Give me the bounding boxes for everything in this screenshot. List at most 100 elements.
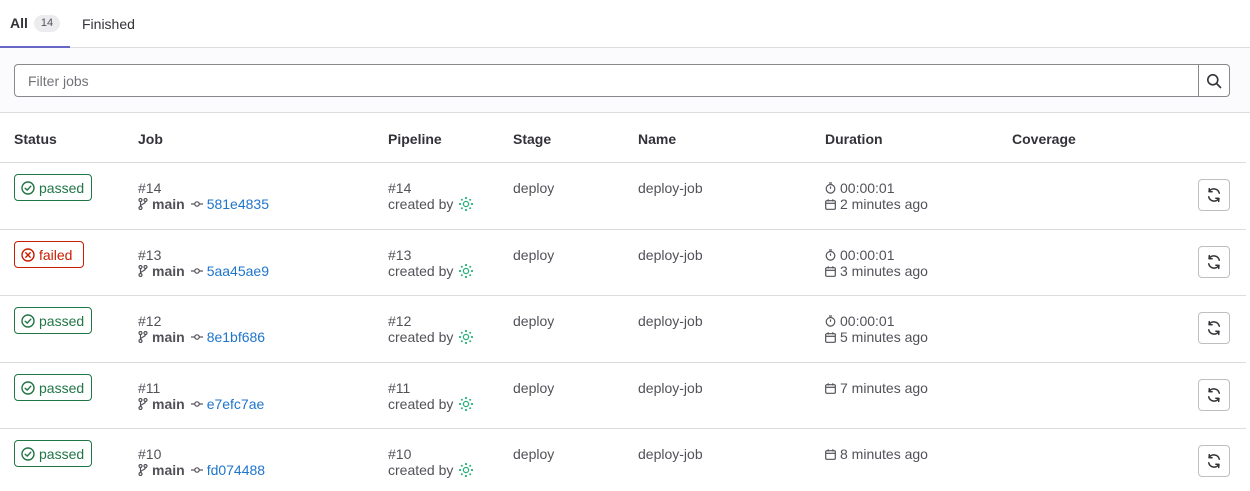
calendar-icon xyxy=(825,382,840,394)
search-icon xyxy=(1207,73,1222,88)
pipeline-created-by: created by xyxy=(388,462,474,478)
calendar-icon xyxy=(825,198,840,210)
avatar[interactable] xyxy=(458,329,474,345)
job-tabs: All 14 Finished xyxy=(0,0,1250,48)
tab-all[interactable]: All 14 xyxy=(0,0,70,48)
finished-time-value: 8 minutes ago xyxy=(840,446,928,462)
status-badge-passed[interactable]: passed xyxy=(14,440,92,467)
job-id-link[interactable]: #14 xyxy=(138,180,161,196)
tab-finished[interactable]: Finished xyxy=(82,0,135,48)
finished-time-value: 7 minutes ago xyxy=(840,380,928,396)
status-label: failed xyxy=(39,246,73,263)
stage-value: deploy xyxy=(513,446,555,462)
avatar[interactable] xyxy=(458,462,474,478)
avatar[interactable] xyxy=(458,396,474,412)
job-id-link[interactable]: #12 xyxy=(138,313,161,329)
commit-sha-link[interactable]: fd074488 xyxy=(207,462,265,478)
commit-icon xyxy=(190,466,203,474)
branch-link[interactable]: main xyxy=(152,329,185,345)
job-id-link[interactable]: #11 xyxy=(138,380,160,396)
status-label: passed xyxy=(39,445,85,462)
job-ref: main 581e4835 xyxy=(138,196,269,212)
pipeline-id-link[interactable]: #14 xyxy=(388,180,411,196)
finished-time-value: 3 minutes ago xyxy=(840,263,928,279)
commit-sha-link[interactable]: e7efc7ae xyxy=(207,396,265,412)
retry-button[interactable] xyxy=(1198,179,1230,211)
pipeline-created-by: created by xyxy=(388,263,474,279)
duration: 00:00:01 xyxy=(825,247,895,263)
finished-time: 5 minutes ago xyxy=(825,329,928,345)
retry-button[interactable] xyxy=(1198,379,1230,411)
commit-icon xyxy=(190,333,203,341)
status-failed-icon xyxy=(21,247,39,262)
duration-value: 00:00:01 xyxy=(840,180,895,196)
stage-value: deploy xyxy=(513,313,555,329)
calendar-icon xyxy=(825,265,840,277)
filter-jobs-input[interactable] xyxy=(14,64,1199,97)
status-badge-passed[interactable]: passed xyxy=(14,307,92,334)
created-by-label: created by xyxy=(388,396,454,412)
calendar-icon xyxy=(825,331,840,343)
retry-button[interactable] xyxy=(1198,312,1230,344)
retry-icon xyxy=(1205,253,1223,271)
pipeline-id-link[interactable]: #12 xyxy=(388,313,411,329)
column-header-pipeline: Pipeline xyxy=(388,131,442,147)
search-button[interactable] xyxy=(1198,64,1230,97)
status-success-icon xyxy=(21,446,39,461)
branch-link[interactable]: main xyxy=(152,196,185,212)
column-header-job: Job xyxy=(138,131,163,147)
job-row: failed #13 main 5aa45ae9 #13 created by … xyxy=(0,230,1246,296)
created-by-label: created by xyxy=(388,329,454,345)
commit-icon xyxy=(190,200,203,208)
status-badge-passed[interactable]: passed xyxy=(14,174,92,201)
job-row: passed #12 main 8e1bf686 #12 created by … xyxy=(0,296,1246,363)
pipeline-created-by: created by xyxy=(388,396,474,412)
avatar[interactable] xyxy=(458,263,474,279)
job-row: passed #14 main 581e4835 #14 created by … xyxy=(0,163,1246,230)
job-name-value: deploy-job xyxy=(638,313,703,329)
branch-icon xyxy=(138,265,148,277)
commit-sha-link[interactable]: 5aa45ae9 xyxy=(207,263,269,279)
created-by-label: created by xyxy=(388,263,454,279)
status-badge-passed[interactable]: passed xyxy=(14,374,92,401)
finished-time: 3 minutes ago xyxy=(825,263,928,279)
branch-link[interactable]: main xyxy=(152,462,185,478)
duration-value: 00:00:01 xyxy=(840,247,895,263)
duration: 00:00:01 xyxy=(825,313,895,329)
filter-bar xyxy=(0,48,1250,113)
retry-icon xyxy=(1205,319,1223,337)
job-name-value: deploy-job xyxy=(638,446,703,462)
job-name-value: deploy-job xyxy=(638,380,703,396)
retry-icon xyxy=(1205,386,1223,404)
pipeline-id-link[interactable]: #10 xyxy=(388,446,411,462)
retry-button[interactable] xyxy=(1198,246,1230,278)
pipeline-created-by: created by xyxy=(388,329,474,345)
status-success-icon xyxy=(21,380,39,395)
finished-time: 7 minutes ago xyxy=(825,380,928,396)
status-label: passed xyxy=(39,179,85,196)
branch-icon xyxy=(138,331,148,343)
job-id-link[interactable]: #13 xyxy=(138,247,161,263)
retry-button[interactable] xyxy=(1198,445,1230,477)
job-id-link[interactable]: #10 xyxy=(138,446,161,462)
column-header-coverage: Coverage xyxy=(1012,131,1076,147)
pipeline-id-link[interactable]: #11 xyxy=(388,380,410,396)
tab-all-label: All xyxy=(10,15,28,31)
branch-link[interactable]: main xyxy=(152,396,185,412)
avatar[interactable] xyxy=(458,196,474,212)
status-label: passed xyxy=(39,379,85,396)
job-row: passed #11 main e7efc7ae #11 created by … xyxy=(0,363,1246,429)
column-header-duration: Duration xyxy=(825,131,883,147)
job-ref: main e7efc7ae xyxy=(138,396,264,412)
branch-icon xyxy=(138,198,148,210)
pipeline-id-link[interactable]: #13 xyxy=(388,247,411,263)
status-success-icon xyxy=(21,180,39,195)
finished-time-value: 2 minutes ago xyxy=(840,196,928,212)
status-badge-failed[interactable]: failed xyxy=(14,241,84,268)
stage-value: deploy xyxy=(513,247,555,263)
commit-sha-link[interactable]: 581e4835 xyxy=(207,196,269,212)
created-by-label: created by xyxy=(388,196,454,212)
branch-icon xyxy=(138,398,148,410)
branch-link[interactable]: main xyxy=(152,263,185,279)
commit-sha-link[interactable]: 8e1bf686 xyxy=(207,329,265,345)
